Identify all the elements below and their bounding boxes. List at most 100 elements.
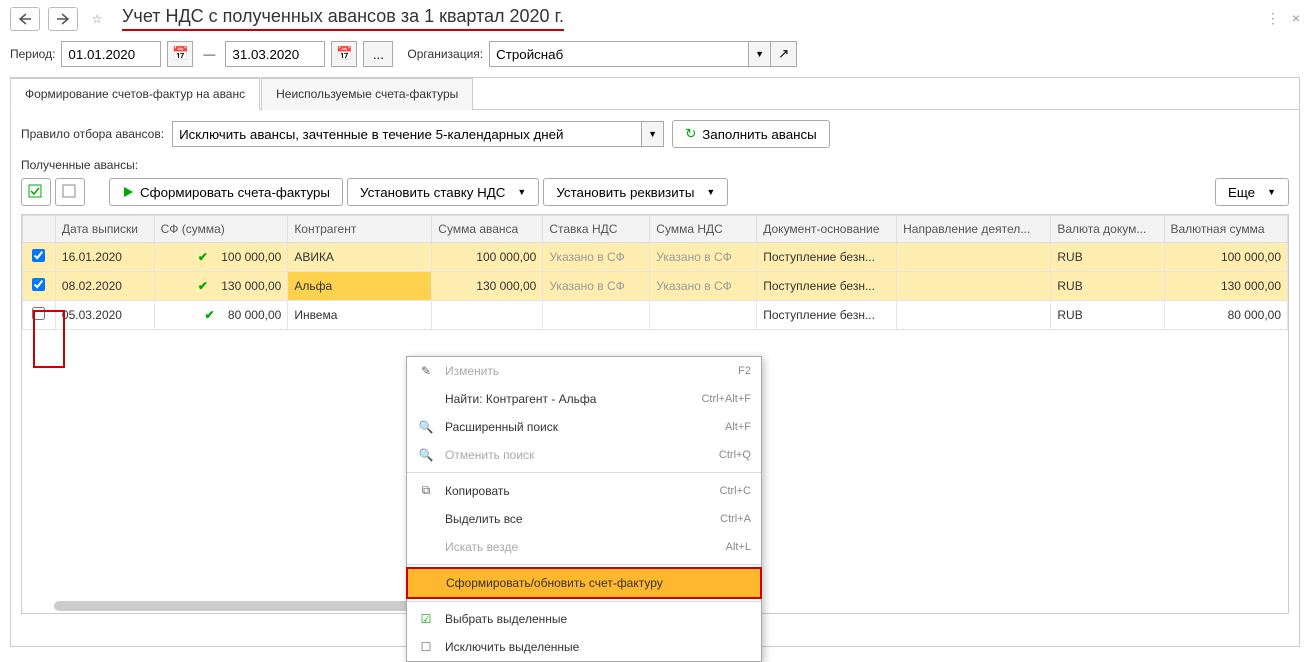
cell-dir[interactable] xyxy=(897,272,1051,301)
check-icon: ☑ xyxy=(417,612,435,626)
cell-contragent[interactable]: Инвема xyxy=(288,301,432,330)
cell-sum[interactable]: 100 000,00 xyxy=(432,243,543,272)
table-row[interactable]: 08.02.2020 ✔ 130 000,00 Альфа 130 000,00… xyxy=(23,272,1288,301)
ctx-form-update-invoice[interactable]: Сформировать/обновить счет-фактуру xyxy=(406,567,762,599)
cell-sf[interactable]: ✔ 80 000,00 xyxy=(154,301,288,330)
cell-currency[interactable]: RUB xyxy=(1051,301,1164,330)
row-checkbox[interactable] xyxy=(32,249,45,262)
cell-dir[interactable] xyxy=(897,243,1051,272)
row-checkbox[interactable] xyxy=(32,307,45,320)
ctx-edit: ✎ Изменить F2 xyxy=(407,357,761,385)
period-to-input[interactable] xyxy=(225,41,325,67)
col-header-date[interactable]: Дата выписки xyxy=(55,216,154,243)
ctx-cancel-search: 🔍 Отменить поиск Ctrl+Q xyxy=(407,441,761,469)
cell-sf[interactable]: ✔ 100 000,00 xyxy=(154,243,288,272)
cell-vat[interactable]: Указано в СФ xyxy=(543,272,650,301)
favorite-icon[interactable]: ☆ xyxy=(86,8,108,30)
tab-form-invoices[interactable]: Формирование счетов-фактур на аванс xyxy=(10,78,260,110)
col-header-vatsum[interactable]: Сумма НДС xyxy=(650,216,757,243)
context-menu: ✎ Изменить F2 Найти: Контрагент - Альфа … xyxy=(406,356,762,662)
cell-cursum[interactable]: 100 000,00 xyxy=(1164,243,1288,272)
col-header-contr[interactable]: Контрагент xyxy=(288,216,432,243)
col-header-sf[interactable]: СФ (сумма) xyxy=(154,216,288,243)
cell-doc[interactable]: Поступление безн... xyxy=(757,243,897,272)
deselect-all-button[interactable] xyxy=(55,178,85,206)
calendar-to-button[interactable]: 📅 xyxy=(331,41,357,67)
table-row[interactable]: 05.03.2020 ✔ 80 000,00 Инвема Поступлени… xyxy=(23,301,1288,330)
tab-unused-invoices[interactable]: Неиспользуемые счета-фактуры xyxy=(261,78,473,110)
cell-contragent[interactable]: Альфа xyxy=(288,272,432,301)
calendar-from-button[interactable]: 📅 xyxy=(167,41,193,67)
more-icon[interactable]: ⋮ xyxy=(1266,10,1280,27)
refresh-icon: ↻ xyxy=(685,126,696,142)
back-button[interactable] xyxy=(10,7,40,31)
cell-currency[interactable]: RUB xyxy=(1051,243,1164,272)
check-all-icon xyxy=(28,184,44,200)
cell-vatsum[interactable]: Указано в СФ xyxy=(650,272,757,301)
org-dropdown-button[interactable]: ▼ xyxy=(749,41,771,67)
uncheck-icon: ☐ xyxy=(417,640,435,654)
dash: — xyxy=(203,47,215,61)
ctx-copy[interactable]: ⧉ Копировать Ctrl+C xyxy=(407,476,761,505)
cell-vat[interactable]: Указано в СФ xyxy=(543,243,650,272)
cell-vatsum[interactable]: Указано в СФ xyxy=(650,243,757,272)
ctx-adv-search[interactable]: 🔍 Расширенный поиск Alt+F xyxy=(407,413,761,441)
cell-cursum[interactable]: 130 000,00 xyxy=(1164,272,1288,301)
cell-currency[interactable]: RUB xyxy=(1051,272,1164,301)
select-all-button[interactable] xyxy=(21,178,51,206)
chevron-down-icon: ▼ xyxy=(755,49,764,59)
cell-date[interactable]: 16.01.2020 xyxy=(55,243,154,272)
page-title: Учет НДС с полученных авансов за 1 кварт… xyxy=(122,6,564,31)
ctx-select-all[interactable]: Выделить все Ctrl+A xyxy=(407,505,761,533)
ctx-search-everywhere: Искать везде Alt+L xyxy=(407,533,761,561)
cell-dir[interactable] xyxy=(897,301,1051,330)
col-header-vat[interactable]: Ставка НДС xyxy=(543,216,650,243)
org-input[interactable] xyxy=(489,41,749,67)
rule-label: Правило отбора авансов: xyxy=(21,127,164,141)
rule-dropdown-button[interactable]: ▼ xyxy=(642,121,664,147)
chevron-down-icon: ▼ xyxy=(706,187,715,197)
ctx-find[interactable]: Найти: Контрагент - Альфа Ctrl+Alt+F xyxy=(407,385,761,413)
fill-advances-button[interactable]: ↻ Заполнить авансы xyxy=(672,120,830,148)
cancel-search-icon: 🔍 xyxy=(417,448,435,462)
calendar-icon: 📅 xyxy=(172,46,189,62)
period-more-button[interactable]: ... xyxy=(363,41,393,67)
period-from-input[interactable] xyxy=(61,41,161,67)
set-requisites-button[interactable]: Установить реквизиты▼ xyxy=(543,178,728,206)
chevron-down-icon: ▼ xyxy=(648,129,657,139)
cell-date[interactable]: 08.02.2020 xyxy=(55,272,154,301)
org-open-button[interactable]: ↗ xyxy=(771,41,797,67)
cell-vat[interactable] xyxy=(543,301,650,330)
row-checkbox[interactable] xyxy=(32,278,45,291)
col-header-check[interactable] xyxy=(23,216,56,243)
pencil-icon: ✎ xyxy=(417,364,435,378)
arrow-left-icon xyxy=(18,13,32,25)
cell-sf[interactable]: ✔ 130 000,00 xyxy=(154,272,288,301)
forward-button[interactable] xyxy=(48,7,78,31)
cell-sum[interactable] xyxy=(432,301,543,330)
form-invoices-button[interactable]: Сформировать счета-фактуры xyxy=(109,178,343,206)
col-header-cur[interactable]: Валюта докум... xyxy=(1051,216,1164,243)
col-header-dir[interactable]: Направление деятел... xyxy=(897,216,1051,243)
ctx-select-checked[interactable]: ☑ Выбрать выделенные xyxy=(407,605,761,633)
set-vat-button[interactable]: Установить ставку НДС▼ xyxy=(347,178,539,206)
cell-contragent[interactable]: АВИКА xyxy=(288,243,432,272)
cell-doc[interactable]: Поступление безн... xyxy=(757,301,897,330)
col-header-sum[interactable]: Сумма аванса xyxy=(432,216,543,243)
cell-date[interactable]: 05.03.2020 xyxy=(55,301,154,330)
table-row[interactable]: 16.01.2020 ✔ 100 000,00 АВИКА 100 000,00… xyxy=(23,243,1288,272)
chevron-down-icon: ▼ xyxy=(1267,187,1276,197)
cell-sum[interactable]: 130 000,00 xyxy=(432,272,543,301)
col-header-cursum[interactable]: Валютная сумма xyxy=(1164,216,1288,243)
horizontal-scrollbar[interactable] xyxy=(54,601,454,611)
cell-doc[interactable]: Поступление безн... xyxy=(757,272,897,301)
cell-vatsum[interactable] xyxy=(650,301,757,330)
col-header-doc[interactable]: Документ-основание xyxy=(757,216,897,243)
cell-cursum[interactable]: 80 000,00 xyxy=(1164,301,1288,330)
copy-icon: ⧉ xyxy=(417,483,435,498)
external-icon: ↗ xyxy=(778,46,789,62)
more-button[interactable]: Еще▼ xyxy=(1215,178,1289,206)
rule-select[interactable] xyxy=(172,121,642,147)
close-icon[interactable]: × xyxy=(1292,10,1300,27)
uncheck-all-icon xyxy=(62,184,78,200)
